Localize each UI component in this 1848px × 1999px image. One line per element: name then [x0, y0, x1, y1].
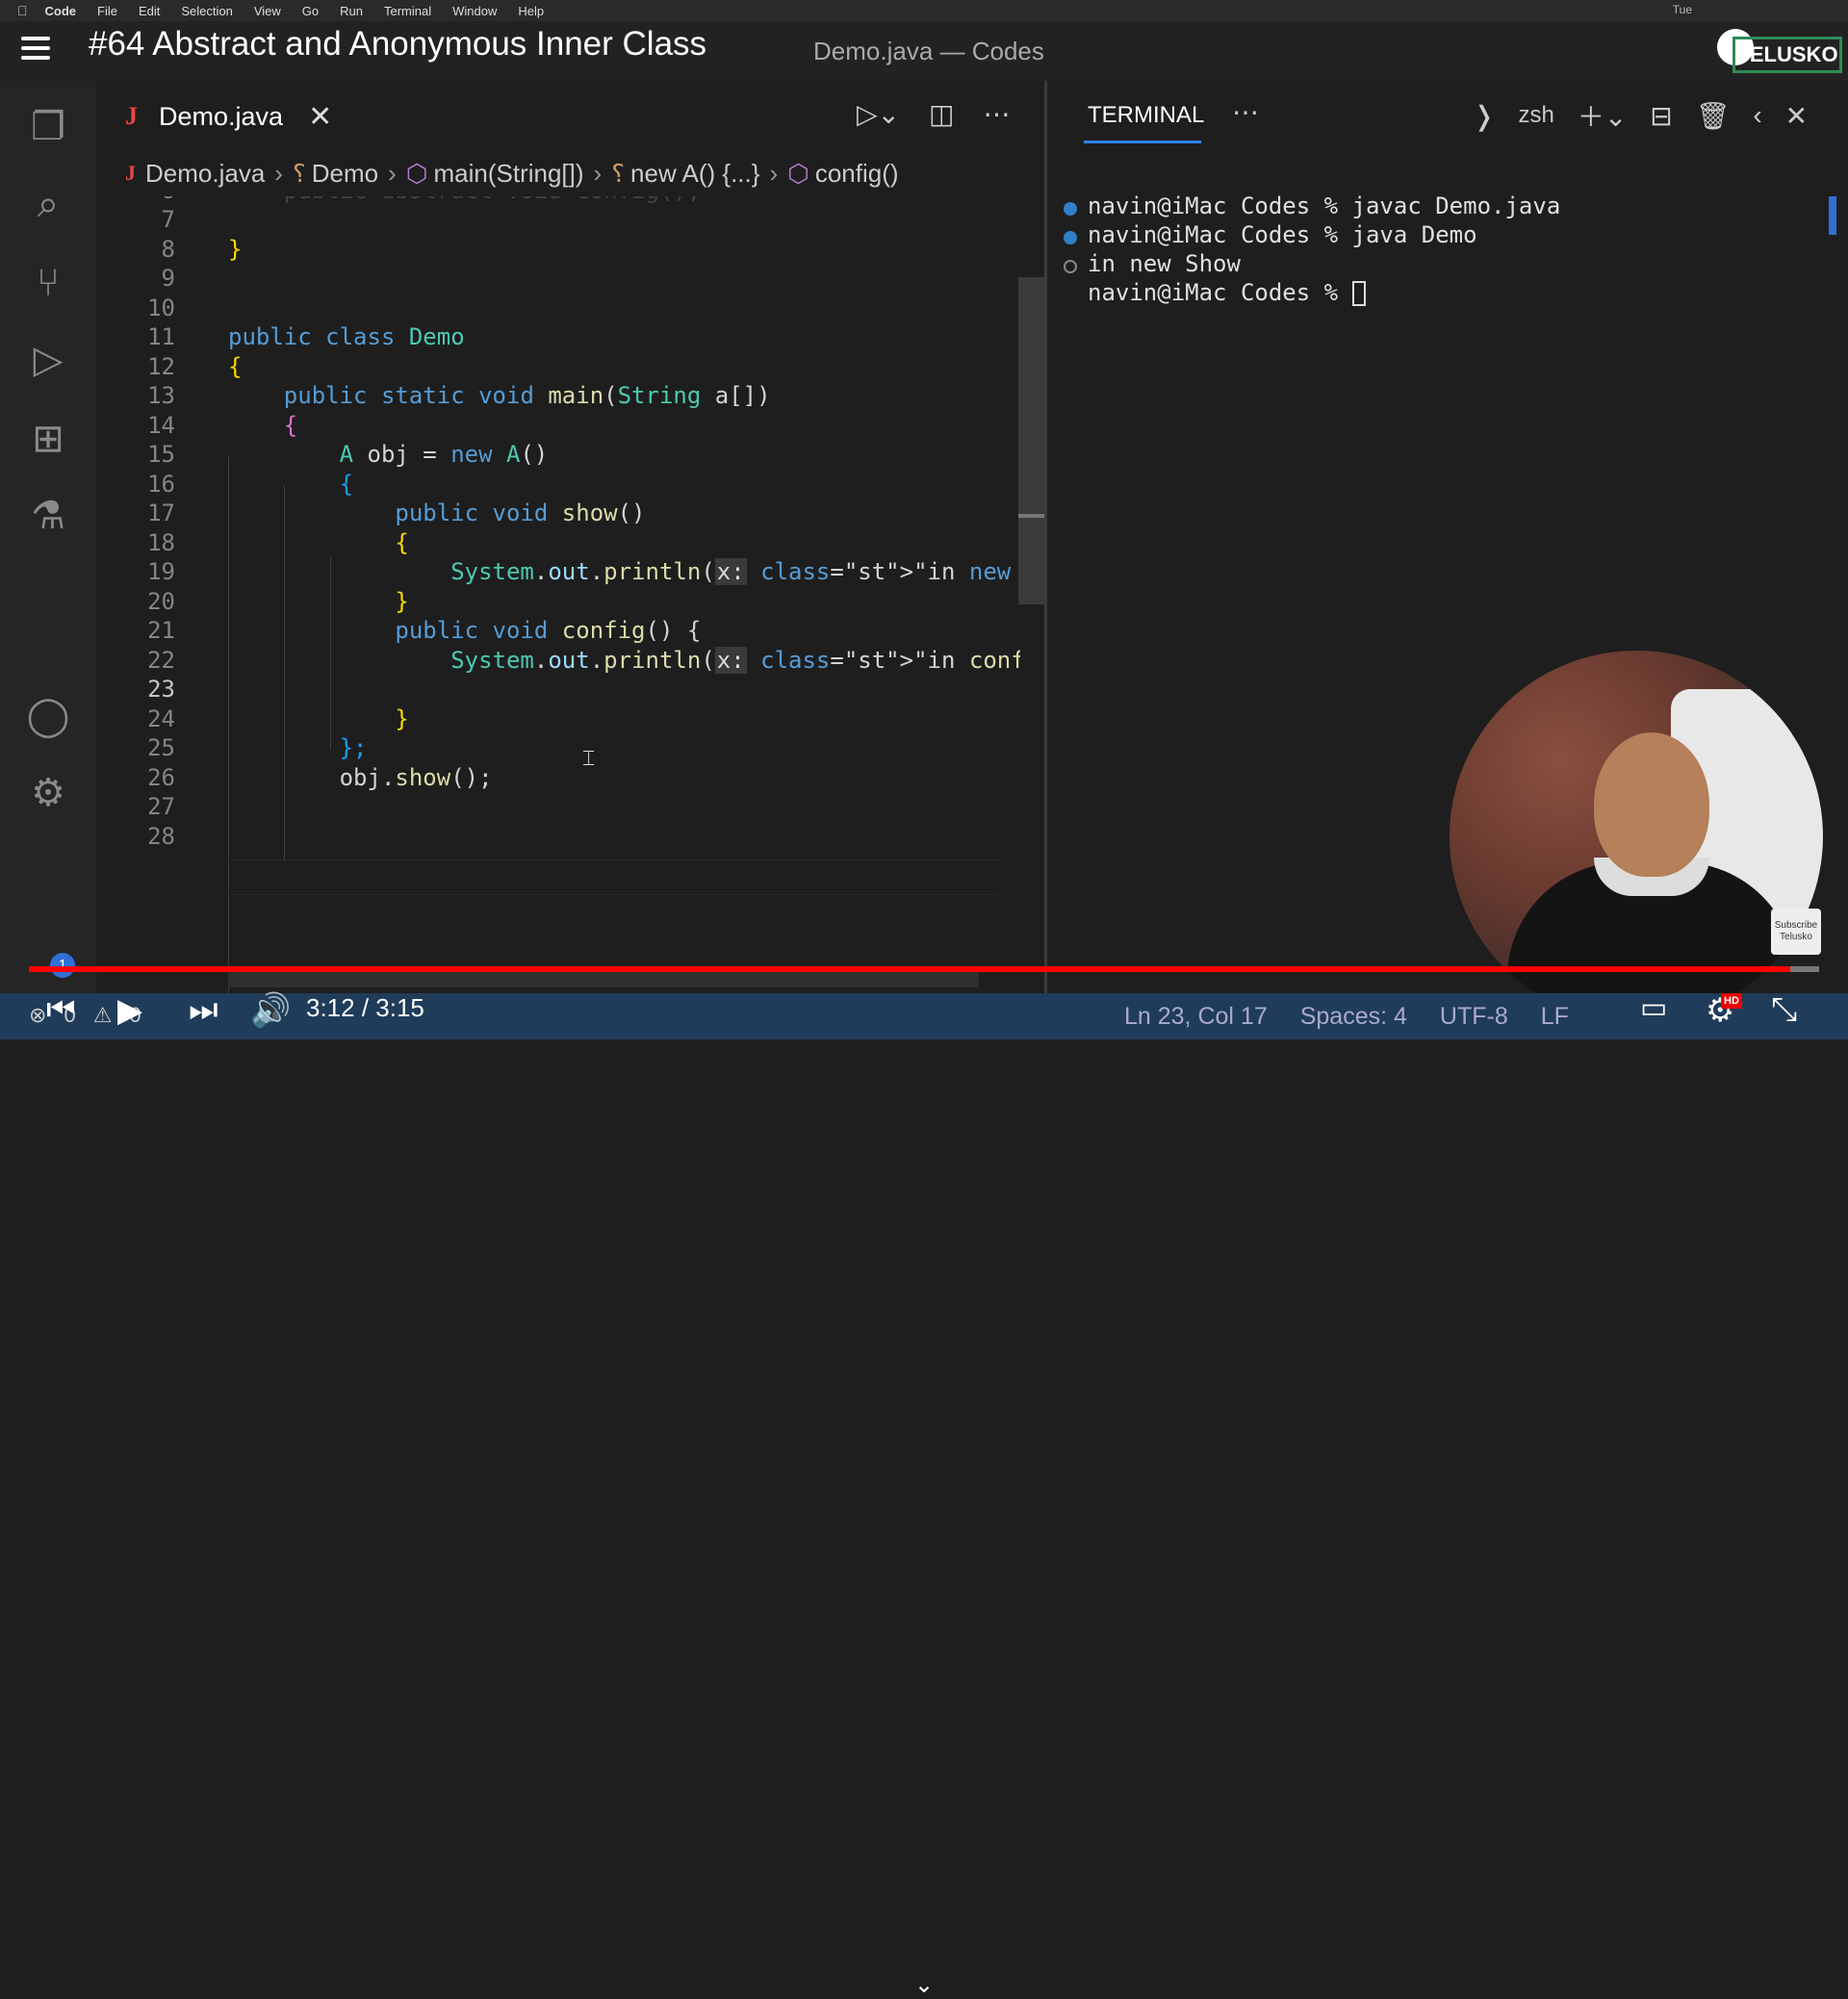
- breadcrumb-file[interactable]: Demo.java: [145, 159, 265, 189]
- command-success-icon: [1064, 231, 1077, 244]
- chevron-left-icon[interactable]: ‹: [1753, 100, 1761, 131]
- run-icon[interactable]: ▷⌄: [857, 98, 900, 130]
- editor-tab-bar: J Demo.java ✕ ▷⌄ ◫ ⋯: [96, 81, 1044, 148]
- video-controls: ⏮ ▶ ⏭ 🔊 ⌄ ▭ ⚙ ⤡: [0, 984, 1848, 1998]
- menubar-status: Tue: [1673, 3, 1713, 16]
- code-area[interactable]: 6 public abstract void config(); 7 8} 9 …: [96, 196, 1020, 993]
- channel-logo[interactable]: TELUSKO: [1732, 37, 1842, 73]
- menu-selection[interactable]: Selection: [181, 4, 232, 18]
- source-control-icon[interactable]: ⑂: [21, 256, 75, 310]
- more-actions-icon[interactable]: ⋯: [983, 98, 1010, 130]
- video-time: 3:12 / 3:15: [306, 993, 424, 1022]
- menu-run[interactable]: Run: [340, 4, 363, 18]
- terminal-shell-name[interactable]: zsh: [1518, 102, 1553, 129]
- trash-icon[interactable]: 🗑: [1696, 100, 1731, 132]
- terminal-line: navin@iMac Codes % java Demo: [1088, 221, 1477, 248]
- menu-help[interactable]: Help: [518, 4, 544, 18]
- command-pending-icon: [1064, 260, 1077, 273]
- settings-update-badge: 1: [50, 953, 75, 978]
- next-icon[interactable]: ⏭: [189, 991, 218, 1029]
- breadcrumb: J Demo.java › ⸮ Demo › ⬡ main(String[]) …: [125, 154, 899, 192]
- menu-window[interactable]: Window: [452, 4, 497, 18]
- new-terminal-icon[interactable]: ＋⌄: [1578, 96, 1627, 135]
- split-terminal-icon[interactable]: ⊟: [1650, 100, 1672, 132]
- play-icon[interactable]: ▶: [117, 991, 142, 1030]
- method-icon: ⬡: [405, 158, 428, 188]
- hd-badge: HD: [1721, 993, 1742, 1009]
- playlist-menu-icon[interactable]: [21, 31, 62, 69]
- chevron-right-icon: ›: [388, 158, 397, 188]
- tab-demo-java[interactable]: J Demo.java ✕: [125, 92, 332, 141]
- java-file-icon: J: [125, 161, 136, 185]
- video-progress-fill: [29, 966, 1791, 972]
- active-tab-underline: [1084, 141, 1201, 143]
- activity-bar: ❐ ⌕ ⑂ ▷ ⊞ ⚗ ◯ ⚙: [0, 81, 96, 993]
- class-icon: ⸮: [292, 158, 306, 188]
- apple-menu-icon[interactable]: : [17, 3, 28, 18]
- search-icon[interactable]: ⌕: [21, 177, 75, 231]
- breadcrumb-method[interactable]: main(String[]): [434, 159, 584, 189]
- menu-app-name[interactable]: Code: [45, 4, 77, 18]
- testing-icon[interactable]: ⚗: [21, 489, 75, 543]
- tab-terminal[interactable]: TERMINAL: [1088, 102, 1204, 129]
- scrollbar-marker: [1018, 514, 1044, 518]
- settings-gear-icon[interactable]: ⚙: [21, 766, 75, 820]
- chevron-down-icon[interactable]: ⌄: [914, 1971, 934, 1999]
- terminal-scrollbar[interactable]: [1829, 196, 1836, 235]
- editor-scrollbar[interactable]: [1018, 277, 1044, 604]
- text-cursor-icon: ⌶: [582, 747, 596, 771]
- explorer-icon[interactable]: ❐: [21, 100, 75, 154]
- menu-file[interactable]: File: [97, 4, 117, 18]
- java-file-icon: J: [125, 102, 138, 130]
- run-debug-icon[interactable]: ▷: [21, 333, 75, 387]
- chevron-right-icon: ›: [593, 158, 603, 188]
- video-title[interactable]: #64 Abstract and Anonymous Inner Class: [89, 25, 706, 64]
- tab-label: Demo.java: [159, 101, 284, 131]
- accounts-icon[interactable]: ◯: [21, 689, 75, 743]
- breadcrumb-anon-class[interactable]: new A() {...}: [630, 159, 759, 189]
- terminal-cursor: [1351, 281, 1366, 306]
- exit-fullscreen-icon[interactable]: ⤡: [1771, 991, 1797, 1029]
- menubar-clock[interactable]: Tue: [1673, 3, 1692, 16]
- menu-go[interactable]: Go: [302, 4, 319, 18]
- menu-view[interactable]: View: [254, 4, 281, 18]
- editor-pane: J Demo.java ✕ ▷⌄ ◫ ⋯ J Demo.java › ⸮ Dem…: [96, 81, 1044, 993]
- terminal-line: in new Show: [1088, 250, 1241, 277]
- chevron-right-icon: ›: [769, 158, 779, 188]
- video-top-overlay: #64 Abstract and Anonymous Inner Class D…: [0, 21, 1848, 81]
- current-line-highlight: [228, 859, 998, 895]
- breadcrumb-config[interactable]: config(): [815, 159, 899, 189]
- chevron-right-icon: ›: [274, 158, 283, 188]
- method-icon: ⬡: [787, 158, 809, 188]
- class-icon: ⸮: [611, 158, 626, 188]
- volume-icon[interactable]: 🔊: [250, 991, 291, 1030]
- terminal-shell-icon[interactable]: ❭: [1473, 100, 1495, 132]
- code-line: 28: [147, 823, 175, 850]
- previous-icon[interactable]: ⏮: [46, 991, 76, 1029]
- extensions-icon[interactable]: ⊞: [21, 412, 75, 466]
- terminal-actions: ❭ zsh ＋⌄ ⊟ 🗑 ‹ ✕: [1473, 96, 1808, 135]
- split-editor-icon[interactable]: ◫: [929, 98, 954, 130]
- close-panel-icon[interactable]: ✕: [1785, 100, 1808, 132]
- breadcrumb-class[interactable]: Demo: [312, 159, 378, 189]
- menu-edit[interactable]: Edit: [139, 4, 160, 18]
- close-tab-icon[interactable]: ✕: [308, 100, 332, 134]
- mac-menubar:  Code File Edit Selection View Go Run T…: [0, 0, 1848, 21]
- presenter-head: [1594, 732, 1709, 877]
- terminal-prompt[interactable]: navin@iMac Codes %: [1088, 278, 1366, 307]
- more-actions-icon[interactable]: ⋯: [1232, 96, 1259, 128]
- editor-actions: ▷⌄ ◫ ⋯: [857, 98, 1010, 130]
- subscribe-watermark[interactable]: Subscribe Telusko: [1771, 909, 1821, 955]
- captions-icon[interactable]: ▭: [1640, 991, 1667, 1025]
- menu-terminal[interactable]: Terminal: [384, 4, 431, 18]
- window-title: Demo.java — Codes: [813, 37, 1044, 65]
- command-success-icon: [1064, 202, 1077, 216]
- terminal-line: navin@iMac Codes % javac Demo.java: [1088, 192, 1561, 219]
